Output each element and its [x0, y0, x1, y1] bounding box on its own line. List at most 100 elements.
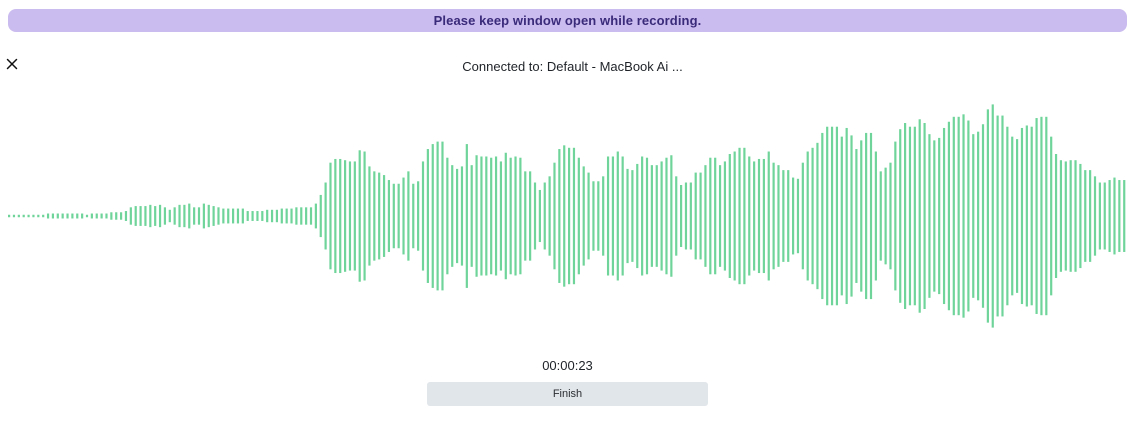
waveform-bar	[1011, 136, 1014, 296]
waveform-bar	[1108, 180, 1111, 252]
waveform-bar	[490, 157, 493, 275]
waveform-bar	[1069, 160, 1072, 272]
waveform-bar	[714, 157, 717, 275]
waveform-bar	[334, 158, 337, 274]
waveform-bar	[743, 147, 746, 285]
waveform-bar	[193, 207, 196, 225]
waveform-bar	[597, 181, 600, 251]
waveform-bar	[397, 183, 400, 249]
waveform-bar	[568, 147, 571, 285]
waveform-bar	[709, 157, 712, 275]
waveform-bar	[285, 208, 288, 224]
waveform-bar	[475, 155, 478, 277]
waveform-bar	[319, 194, 322, 238]
waveform-bar	[524, 171, 527, 261]
waveform-bar	[582, 166, 585, 266]
waveform-bar	[494, 156, 498, 276]
waveform-bar	[977, 131, 980, 301]
waveform-bar	[660, 161, 663, 271]
waveform-bar	[1054, 154, 1058, 278]
waveform-bar	[806, 151, 809, 281]
waveform-bar	[441, 141, 444, 291]
waveform-bar	[270, 209, 274, 223]
waveform-bar	[962, 114, 965, 318]
waveform-bar	[17, 214, 20, 218]
waveform-bar	[908, 126, 912, 306]
waveform-bar	[796, 178, 800, 254]
waveform-bar	[801, 162, 804, 270]
waveform-bar	[1040, 116, 1043, 316]
waveform-bar	[314, 203, 317, 229]
waveform-bar	[251, 211, 254, 221]
waveform-bar	[894, 141, 897, 291]
waveform-bar	[353, 161, 356, 271]
waveform-bar	[592, 181, 595, 251]
waveform-bar	[621, 156, 624, 276]
waveform-bar	[66, 213, 69, 219]
waveform-bar	[913, 126, 916, 306]
waveform-bar	[840, 136, 843, 296]
waveform-bar	[460, 166, 464, 266]
waveform-bar	[173, 207, 176, 225]
waveform-bar	[392, 183, 395, 249]
waveform-bar	[777, 165, 780, 267]
waveform-bar	[412, 183, 415, 249]
waveform-bar	[904, 123, 907, 309]
waveform-bar	[378, 172, 381, 260]
waveform-bar	[728, 154, 731, 278]
waveform-bar	[753, 161, 756, 271]
waveform-bar	[227, 208, 230, 224]
waveform-bar	[71, 213, 74, 219]
waveform-bar	[636, 163, 639, 269]
waveform-bar	[767, 151, 770, 281]
waveform-bar	[772, 162, 775, 270]
waveform-bar	[22, 214, 25, 218]
waveform-bar	[869, 132, 873, 300]
waveform-bar	[972, 134, 975, 298]
audio-waveform	[8, 104, 1126, 328]
waveform-bar	[918, 119, 921, 313]
waveform-bar	[232, 208, 235, 224]
finish-button[interactable]: Finish	[427, 382, 708, 406]
waveform-bar	[1001, 115, 1004, 317]
waveform-bar	[431, 144, 434, 288]
recording-window: Please keep window open while recording.…	[0, 0, 1132, 426]
waveform-bar	[61, 213, 64, 219]
waveform-bar	[1030, 126, 1033, 306]
waveform-bar	[373, 171, 376, 261]
recording-warning-banner: Please keep window open while recording.	[8, 9, 1127, 32]
waveform-bar	[718, 165, 722, 267]
waveform-bar	[348, 161, 352, 271]
waveform-bar	[402, 177, 405, 255]
waveform-bar	[1064, 161, 1067, 271]
waveform-bar	[504, 152, 507, 280]
waveform-bar	[275, 209, 279, 223]
waveform-bar	[222, 208, 225, 224]
waveform-bar	[694, 172, 697, 260]
waveform-bar	[76, 213, 79, 219]
waveform-bar	[986, 109, 989, 323]
waveform-bar	[942, 127, 946, 305]
waveform-bar	[236, 208, 240, 224]
waveform-bar	[158, 204, 162, 228]
waveform-bar	[529, 171, 532, 261]
waveform-bar	[738, 147, 741, 285]
waveform-bar	[1020, 127, 1024, 305]
waveform-bar	[124, 211, 128, 221]
waveform-bar	[548, 176, 551, 256]
waveform-bar	[421, 161, 425, 271]
waveform-bar	[952, 116, 955, 316]
waveform-bar	[981, 124, 985, 308]
waveform-bar	[154, 206, 157, 226]
waveform-bar	[465, 144, 468, 288]
waveform-bar	[860, 140, 863, 292]
waveform-bar	[110, 212, 113, 220]
waveform-bar	[37, 214, 40, 218]
waveform-bar	[850, 135, 853, 297]
waveform-bar	[509, 157, 512, 275]
waveform-bar	[587, 172, 590, 260]
banner-text: Please keep window open while recording.	[433, 13, 702, 28]
waveform-bar	[641, 156, 644, 276]
waveform-bar	[51, 213, 55, 219]
waveform-bar	[1016, 139, 1019, 293]
